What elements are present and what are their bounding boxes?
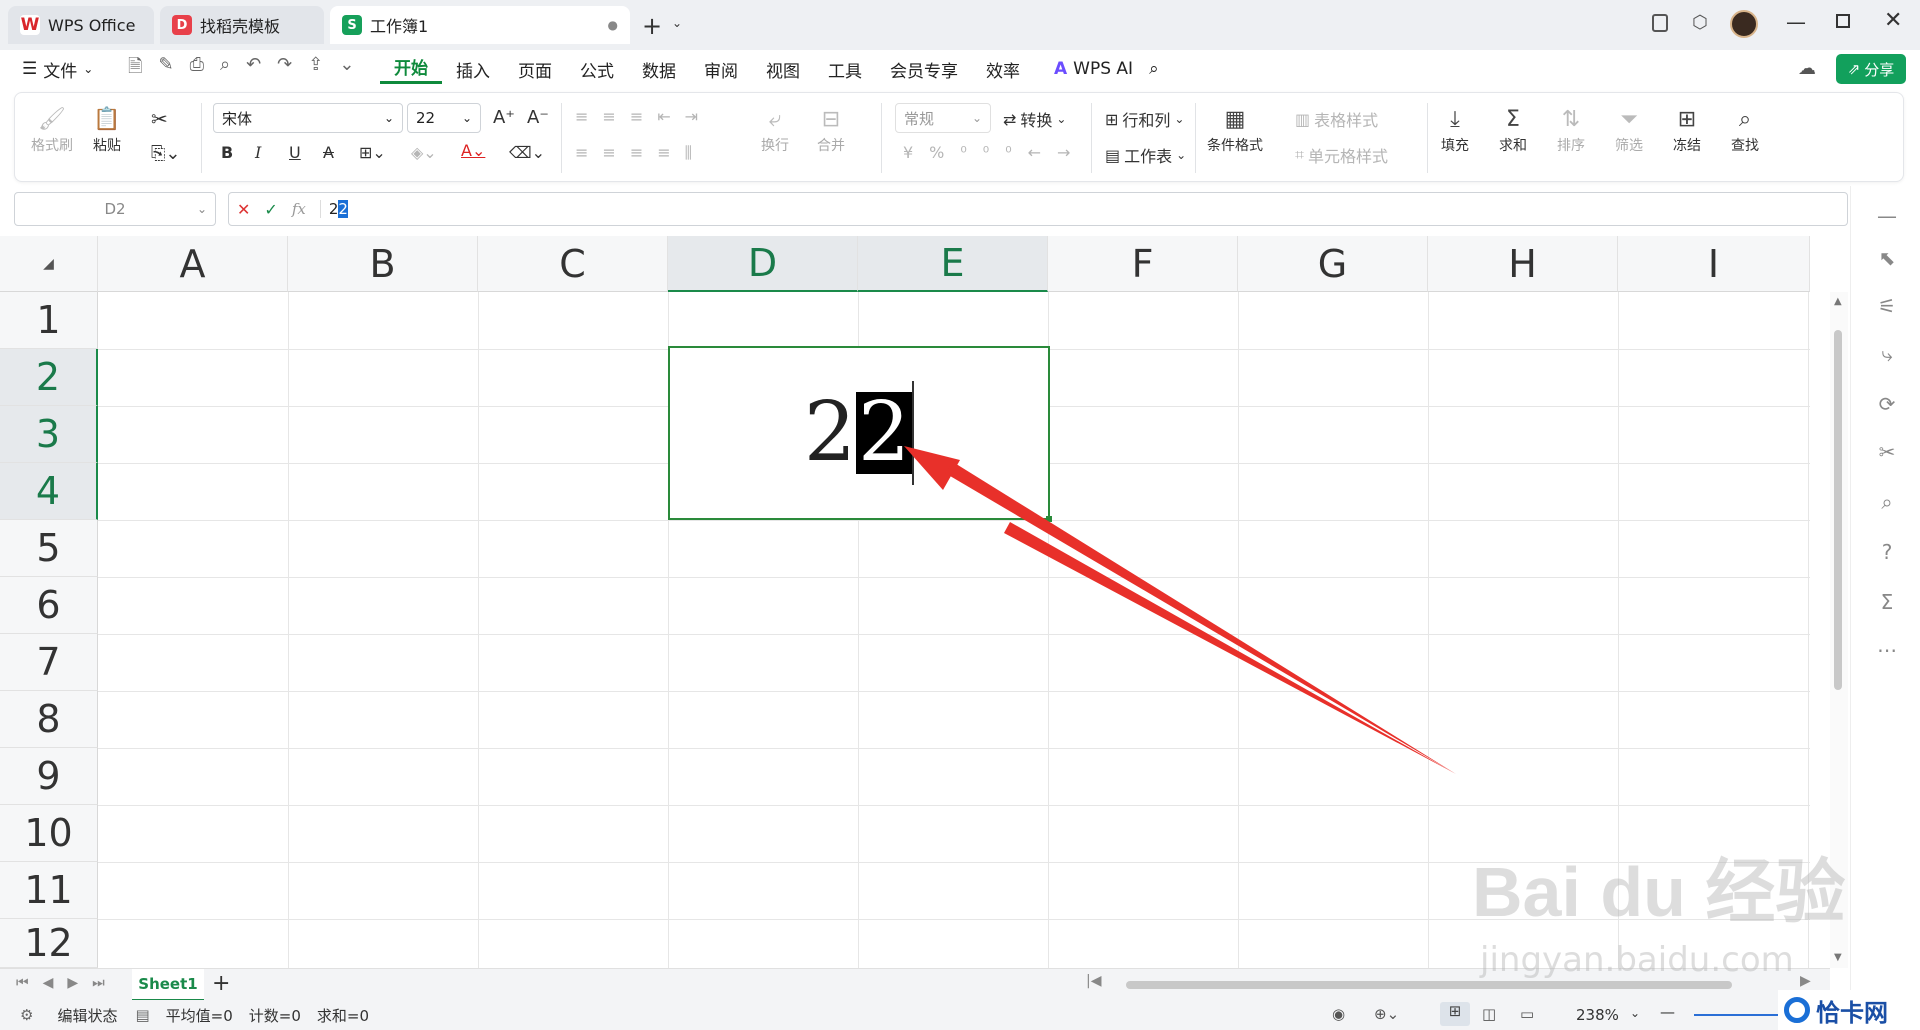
- zoom-out-icon[interactable]: —: [1660, 1003, 1675, 1021]
- add-sheet-icon[interactable]: +: [212, 971, 230, 996]
- layout-mode-icon[interactable]: ⊕⌄: [1374, 1005, 1399, 1023]
- edit-mode-status: 编辑状态: [57, 1006, 118, 1025]
- zoom-level[interactable]: 238%: [1576, 1006, 1619, 1024]
- badge-text: 恰卡网: [1816, 998, 1888, 1027]
- collapse-panel-icon[interactable]: —: [1875, 204, 1899, 228]
- arrow-body: [945, 462, 1456, 774]
- right-side-panel: — ⬉ ⚟ ⤷ ⟳ ✂ ⌕ ? Σ ⋯: [1850, 186, 1920, 1000]
- chevron-down-icon[interactable]: ⌄: [1630, 1006, 1640, 1020]
- backup-icon[interactable]: ⟳: [1875, 392, 1899, 416]
- review-icon[interactable]: ⌕: [1875, 490, 1899, 514]
- sheet-tab-sheet1[interactable]: Sheet1: [132, 969, 204, 1001]
- transform-icon[interactable]: ⤷: [1875, 342, 1899, 366]
- formula-assist-icon[interactable]: Σ: [1875, 590, 1899, 614]
- page-break-view-icon[interactable]: ▭: [1520, 1005, 1534, 1023]
- baidu-watermark: Bai du 经验: [1472, 853, 1846, 931]
- site-badge: 恰卡网: [1778, 990, 1920, 1030]
- page-view-icon[interactable]: ◫: [1482, 1005, 1496, 1023]
- arrow-shaft: [1004, 522, 1456, 774]
- status-count[interactable]: 计数=0: [249, 1005, 301, 1026]
- zoom-slider[interactable]: [1694, 1014, 1784, 1016]
- doc-icon[interactable]: ▤: [135, 1006, 149, 1024]
- more-icon[interactable]: ⋯: [1875, 638, 1899, 662]
- baidu-url-watermark: jingyan.baidu.com: [1480, 940, 1794, 980]
- status-average[interactable]: 平均值=0: [166, 1005, 233, 1026]
- properties-icon[interactable]: ⚟: [1875, 294, 1899, 318]
- horizontal-scrollbar-thumb[interactable]: [1126, 981, 1732, 989]
- select-cursor-icon[interactable]: ⬉: [1875, 246, 1899, 270]
- status-bar: ⚙ 编辑状态 ▤ 平均值=0 计数=0 求和=0 ◉ ⊕⌄ ⊞ ◫ ▭ 238%…: [0, 1000, 1920, 1030]
- help-icon[interactable]: ?: [1875, 540, 1899, 564]
- status-sum[interactable]: 求和=0: [317, 1005, 369, 1026]
- tools-icon[interactable]: ✂: [1875, 440, 1899, 464]
- scroll-right-icon[interactable]: ▶: [1800, 973, 1811, 989]
- scroll-left-icon[interactable]: |◀: [1086, 973, 1101, 989]
- normal-view-icon[interactable]: ⊞: [1440, 1002, 1470, 1026]
- sheet-nav-icons[interactable]: ⏮◀▶⏭: [16, 975, 119, 991]
- macro-icon[interactable]: ⚙: [20, 1006, 33, 1024]
- badge-logo-icon: [1784, 997, 1810, 1023]
- eye-protection-icon[interactable]: ◉: [1332, 1005, 1345, 1023]
